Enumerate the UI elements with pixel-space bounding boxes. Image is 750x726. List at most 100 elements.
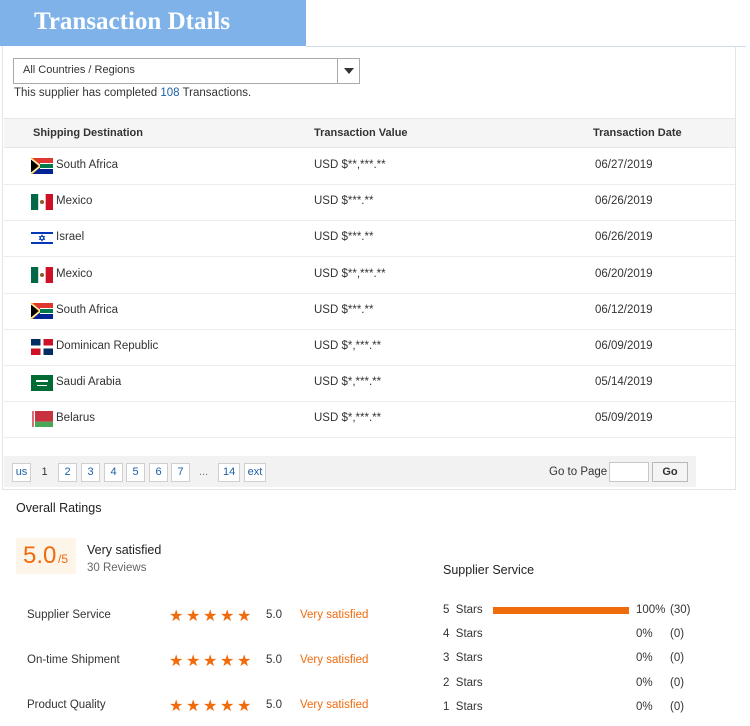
prev-page-button[interactable]: us: [12, 463, 31, 482]
goto-page-label: Go to Page: [549, 466, 608, 478]
header-banner: Transaction Dtails: [0, 0, 306, 46]
star-icon: ★: [186, 696, 201, 715]
il-flag-icon: [31, 230, 53, 247]
star-icon: ★: [220, 606, 235, 625]
star-icon: ★: [169, 696, 184, 715]
do-flag-icon: [31, 339, 53, 355]
rating-category-text: Very satisfied: [300, 699, 369, 711]
distribution-label: 3 Stars: [443, 652, 483, 665]
distribution-count: (0): [670, 676, 685, 689]
table-header: Shipping Destination Transaction Value T…: [4, 118, 735, 148]
star-rating: ★ ★ ★ ★ ★: [169, 607, 254, 625]
distribution-bar: [493, 631, 629, 638]
star-rating: ★ ★ ★ ★ ★: [169, 697, 254, 715]
star-icon: ★: [186, 651, 201, 670]
rating-row: On-time Shipment ★ ★ ★ ★ ★ 5.0 Very satisfied: [0, 652, 420, 672]
page-title: Transaction Dtails: [34, 8, 231, 35]
chevron-down-icon[interactable]: [337, 59, 359, 83]
za-flag-icon: [31, 302, 53, 319]
summary-prefix: This supplier has completed: [14, 87, 158, 99]
star-icon: ★: [169, 606, 184, 625]
table-row: Israel USD $***.** 06/26/2019: [4, 221, 735, 258]
row-date: 06/12/2019: [595, 303, 653, 316]
rating-category-text: Very satisfied: [300, 654, 369, 666]
star-icon: ★: [220, 696, 235, 715]
transaction-count: 108: [160, 87, 180, 99]
distribution-row: 1 Stars 0% (0): [443, 699, 743, 717]
rating-category-text: Very satisfied: [300, 609, 369, 621]
overall-score: 5.0: [23, 542, 57, 569]
col-transaction-value: Transaction Value: [314, 127, 408, 139]
country-region-select[interactable]: All Countries / Regions: [13, 58, 360, 84]
distribution-percent: 0%: [636, 652, 653, 665]
row-date: 05/14/2019: [595, 376, 653, 389]
star-icon: ★: [237, 606, 252, 625]
distribution-bar: [493, 704, 629, 711]
distribution-row: 3 Stars 0% (0): [443, 650, 743, 668]
overall-rating-label: Very satisfied: [87, 543, 162, 557]
row-date: 06/09/2019: [595, 340, 653, 352]
row-value: USD $***.**: [314, 195, 374, 208]
distribution-label: 2 Stars: [443, 676, 483, 689]
star-icon: ★: [203, 696, 218, 715]
row-value: USD $**,***.**: [314, 267, 386, 280]
row-country: Mexico: [56, 195, 93, 208]
row-value: USD $***.**: [314, 231, 374, 244]
distribution-count: (30): [670, 604, 691, 616]
row-country: Dominican Republic: [56, 340, 159, 352]
page-2[interactable]: 2: [58, 463, 77, 482]
distribution-label: 5 Stars: [443, 604, 483, 616]
star-icon: ★: [237, 696, 252, 715]
row-value: USD $*,***.**: [314, 412, 382, 425]
distribution-row: 4 Stars 0% (0): [443, 626, 743, 644]
star-icon: ★: [203, 651, 218, 670]
goto-page-input[interactable]: [609, 462, 649, 482]
rating-category-score: 5.0: [266, 699, 282, 711]
table-row: Saudi Arabia USD $*,***.** 05/14/2019: [4, 366, 735, 403]
table-row: South Africa USD $**,***.** 06/27/2019: [4, 149, 735, 185]
star-icon: ★: [237, 651, 252, 670]
row-value: USD $**,***.**: [314, 159, 386, 171]
star-rating: ★ ★ ★ ★ ★: [169, 652, 254, 670]
row-country: Mexico: [56, 267, 93, 280]
row-value: USD $*,***.**: [314, 376, 382, 389]
distribution-count: (0): [670, 628, 685, 641]
distribution-count: (0): [670, 652, 685, 665]
page-14[interactable]: 14: [218, 463, 241, 482]
rating-category-label: Product Quality: [27, 699, 106, 711]
table-row: Dominican Republic USD $*,***.** 06/09/201…: [4, 330, 735, 366]
goto-page-button[interactable]: Go: [652, 462, 688, 482]
rating-category-score: 5.0: [266, 654, 282, 666]
mx-flag-icon: [31, 194, 53, 211]
distribution-percent: 0%: [636, 700, 653, 713]
distribution-count: (0): [670, 700, 685, 713]
row-country: South Africa: [56, 159, 119, 171]
rating-category-label: On-time Shipment: [27, 654, 120, 666]
table-row: South Africa USD $***.** 06/12/2019: [4, 294, 735, 330]
pagination: us 1 2 3 4 5 6 7 ... 14 ext Go to Page G…: [4, 456, 696, 487]
page-6[interactable]: 6: [149, 463, 168, 482]
sa-flag-icon: [31, 375, 53, 392]
page-1: 1: [41, 466, 48, 478]
page-5[interactable]: 5: [126, 463, 145, 482]
distribution-label: 1 Stars: [443, 700, 483, 713]
overall-ratings-title: Overall Ratings: [16, 501, 102, 515]
row-date: 06/27/2019: [595, 159, 653, 171]
next-page-button[interactable]: ext: [244, 463, 266, 482]
distribution-percent: 0%: [636, 628, 653, 641]
row-date: 05/09/2019: [595, 412, 653, 425]
star-icon: ★: [203, 606, 218, 625]
row-date: 06/26/2019: [595, 195, 653, 208]
distribution-percent: 0%: [636, 676, 653, 689]
distribution-title: Supplier Service: [443, 563, 535, 577]
page-4[interactable]: 4: [104, 463, 123, 482]
row-value: USD $***.**: [314, 303, 374, 316]
distribution-bar-fill: [493, 607, 629, 614]
page-7[interactable]: 7: [171, 463, 190, 482]
star-icon: ★: [220, 651, 235, 670]
distribution-bar: [493, 607, 629, 614]
distribution-percent: 100%: [636, 604, 666, 616]
table-row: Belarus USD $*,***.** 05/09/2019: [4, 402, 735, 439]
page-3[interactable]: 3: [81, 463, 100, 482]
star-icon: ★: [186, 606, 201, 625]
